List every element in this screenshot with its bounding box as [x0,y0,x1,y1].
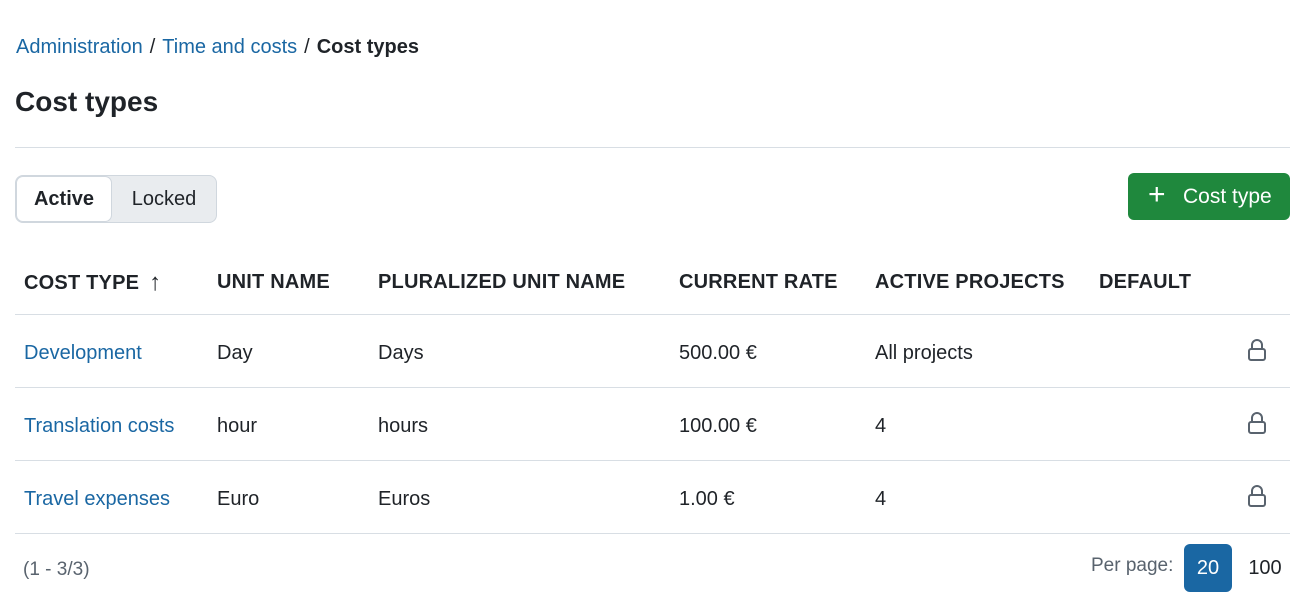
pluralized-unit-name-cell: Days [378,342,424,364]
per-page-option-100[interactable]: 100 [1240,544,1290,592]
per-page-label: Per page: [1091,555,1174,576]
breadcrumb-separator: / [149,36,156,58]
cost-type-link[interactable]: Translation costs [24,412,174,440]
unit-name-cell: hour [217,415,258,437]
result-count: (1 - 3/3) [23,559,90,580]
page-title: Cost types [15,86,159,117]
unit-name-cell: Day [217,342,253,364]
tab-active[interactable]: Active [16,176,112,222]
status-filter-segmented-control: Active Locked [15,175,217,223]
cost-type-link[interactable]: Travel expenses [24,485,170,513]
active-projects-cell: 4 [875,488,887,510]
breadcrumb-current: Cost types [316,36,419,58]
breadcrumb-separator: / [304,36,310,58]
table-row-divider [15,387,1290,388]
tab-locked[interactable]: Locked [112,176,216,222]
breadcrumb-administration[interactable]: Administration [16,36,143,58]
header-divider [15,147,1290,148]
active-projects-cell: All projects [875,342,973,364]
sort-ascending-icon: ↑ [149,269,162,296]
add-cost-type-button[interactable]: + Cost type [1128,173,1290,220]
plus-icon: + [1148,178,1166,211]
column-header-unit-name: UNIT NAME [217,271,330,293]
pluralized-unit-name-cell: Euros [378,488,431,510]
current-rate-cell: 500.00 € [679,342,757,364]
unit-name-cell: Euro [217,488,260,510]
column-header-label: COST TYPE [24,272,140,294]
column-header-pluralized-unit-name: PLURALIZED UNIT NAME [378,271,626,293]
lock-icon[interactable] [1247,484,1267,508]
pluralized-unit-name-cell: hours [378,415,429,437]
per-page-option-20[interactable]: 20 [1184,544,1232,592]
lock-icon[interactable] [1247,411,1267,435]
column-header-default: DEFAULT [1099,271,1192,293]
breadcrumb: Administration / Time and costs / Cost types [16,33,419,61]
table-row-divider [15,460,1290,461]
column-header-current-rate: CURRENT RATE [679,271,838,293]
column-header-cost-type[interactable]: COST TYPE ↑ [24,268,161,297]
current-rate-cell: 1.00 € [679,488,735,510]
cost-type-link[interactable]: Development [24,339,142,367]
active-projects-cell: 4 [875,415,887,437]
table-row-divider [15,314,1290,315]
table-row-divider [15,533,1290,534]
current-rate-cell: 100.00 € [679,415,757,437]
cost-types-page: Administration / Time and costs / Cost types… [0,0,1303,612]
lock-icon[interactable] [1247,338,1267,362]
breadcrumb-time-and-costs[interactable]: Time and costs [162,36,297,58]
column-header-active-projects: ACTIVE PROJECTS [875,271,1065,293]
add-cost-type-label: Cost type [1183,185,1272,208]
